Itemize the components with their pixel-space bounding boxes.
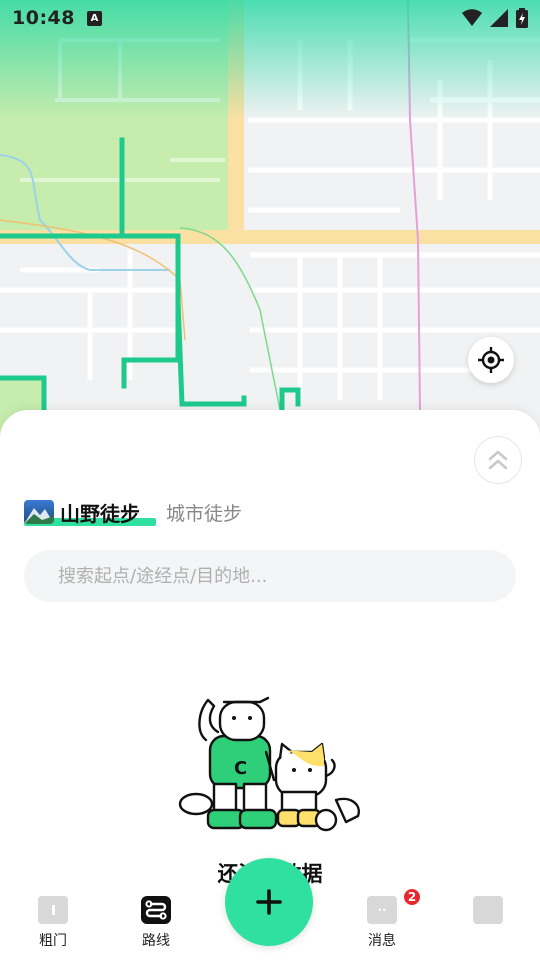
map-canvas[interactable] [0,0,540,470]
message-icon: ·· 2 [367,887,422,924]
wifi-icon [462,9,482,26]
profile-icon [473,896,503,924]
app-home-icon [38,896,68,924]
status-bar: 10:48 A [0,0,540,36]
nav-item-messages-label: 消息 [368,933,396,949]
message-badge: 2 [402,887,422,907]
tab-mountain-hiking-label: 山野徒步 [60,501,140,526]
map-view[interactable] [0,0,540,470]
search-input[interactable] [58,565,478,587]
search-box[interactable] [24,550,516,602]
target-icon [478,347,504,373]
nav-item-route-label: 路线 [142,933,170,949]
add-button[interactable] [225,858,313,946]
notification-a-icon: A [86,10,102,26]
tab-mountain-hiking[interactable]: 山野徒步 [24,498,156,527]
mountain-icon [24,500,54,524]
route-icon [141,896,171,924]
battery-icon [516,8,528,28]
locate-button[interactable] [468,337,514,383]
plus-icon [256,889,282,915]
empty-state-illustration: C [178,692,368,836]
double-chevron-up-icon [488,450,508,470]
nav-item-route[interactable]: 路线 [121,896,191,950]
nav-item-messages[interactable]: ·· 2 消息 [347,887,422,950]
nav-item-profile[interactable] [453,896,523,930]
tab-city-hiking[interactable]: 城市徒步 [166,499,242,526]
nav-item-home[interactable]: 粗门 [18,896,88,950]
signal-icon [490,9,508,27]
mode-tabs: 山野徒步 城市徒步 [24,492,242,532]
nav-item-home-label: 粗门 [39,933,67,949]
status-time: 10:48 [12,7,75,29]
expand-sheet-button[interactable] [474,436,522,484]
svg-text:C: C [234,758,247,779]
